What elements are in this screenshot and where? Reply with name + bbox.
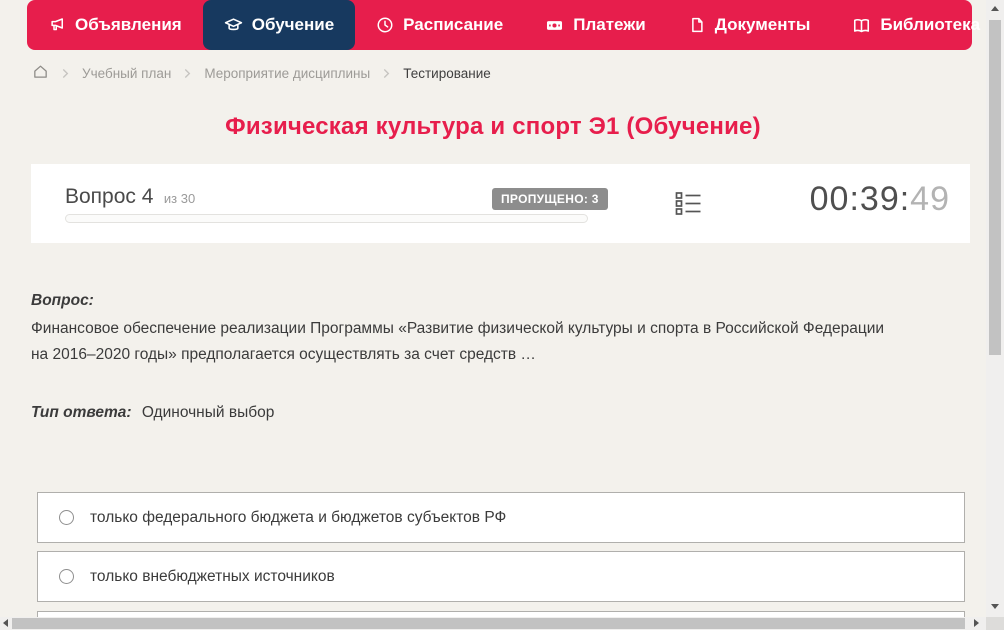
chevron-right-icon: [182, 68, 193, 79]
timer: 00:39:49: [810, 180, 950, 219]
question-text: Финансовое обеспечение реализации Програ…: [31, 320, 885, 363]
breadcrumb: Учебный план Мероприятие дисциплины Тест…: [32, 61, 491, 85]
scroll-down-arrow[interactable]: [991, 604, 999, 609]
document-icon: [688, 16, 706, 34]
timer-seconds: 49: [910, 180, 950, 218]
question-number: Вопрос 4: [65, 185, 154, 208]
question-prompt-label: Вопрос:: [31, 292, 94, 309]
question-total: из 30: [163, 191, 196, 206]
scroll-right-arrow[interactable]: [974, 619, 979, 627]
nav-tab-label: Расписание: [403, 15, 504, 34]
nav-tab-library[interactable]: Библиотека: [831, 0, 1004, 50]
answer-option-1[interactable]: только федерального бюджета и бюджетов с…: [37, 492, 965, 543]
breadcrumb-item-testing: Тестирование: [403, 65, 491, 81]
question-header-card: Вопрос 4 из 30 ПРОПУЩЕНО: 3 00:39:49: [31, 164, 970, 243]
chevron-right-icon: [60, 68, 71, 79]
cash-icon: [545, 16, 564, 35]
home-icon[interactable]: [32, 63, 49, 83]
breadcrumb-item-study-plan[interactable]: Учебный план: [82, 66, 171, 81]
nav-tab-label: Платежи: [573, 15, 646, 34]
breadcrumb-item-discipline-event[interactable]: Мероприятие дисциплины: [204, 66, 370, 81]
nav-tab-learning[interactable]: Обучение: [202, 0, 356, 50]
timer-hours-minutes: 00:39:: [809, 180, 911, 218]
nav-tab-schedule[interactable]: Расписание: [355, 0, 524, 50]
nav-tab-documents[interactable]: Документы: [667, 0, 832, 50]
skipped-badge: ПРОПУЩЕНО: 3: [492, 188, 608, 210]
scroll-left-arrow[interactable]: [3, 619, 8, 627]
progress-bar: [65, 214, 588, 223]
answer-type-label: Тип ответа:: [31, 404, 132, 421]
clock-icon: [376, 16, 394, 34]
answer-option-2[interactable]: только внебюджетных источников: [37, 551, 965, 602]
nav-tab-announcements[interactable]: Объявления: [27, 0, 203, 50]
main-navbar: Объявления Обучение Расписание Платежи Д…: [27, 0, 1001, 50]
nav-tab-label: Документы: [714, 15, 811, 34]
lms-test-page: Объявления Обучение Расписание Платежи Д…: [0, 0, 1004, 630]
nav-tab-label: Обучение: [251, 15, 335, 34]
radio-button[interactable]: [59, 510, 74, 525]
vertical-scrollbar[interactable]: [986, 0, 1004, 617]
scrollbar-corner: [986, 617, 1004, 630]
nav-tab-label: Объявления: [75, 15, 182, 34]
megaphone-icon: [48, 16, 66, 34]
open-book-icon: [852, 16, 871, 35]
chevron-right-icon: [381, 68, 392, 79]
horizontal-scroll-thumb[interactable]: [12, 618, 965, 629]
question-counter: Вопрос 4 из 30: [65, 185, 195, 209]
radio-button[interactable]: [59, 569, 74, 584]
nav-tab-payments[interactable]: Платежи: [524, 0, 667, 50]
vertical-scroll-thumb[interactable]: [989, 20, 1001, 355]
graduation-cap-icon: [224, 16, 243, 35]
answer-option-label: только федерального бюджета и бюджетов с…: [90, 508, 507, 526]
question-list-icon[interactable]: [675, 190, 702, 222]
answer-type-value: Одиночный выбор: [141, 404, 275, 421]
answer-option-label: только внебюджетных источников: [90, 567, 335, 585]
horizontal-scrollbar[interactable]: [0, 617, 986, 630]
answer-type-row: Тип ответа: Одиночный выбор: [31, 404, 274, 422]
scroll-up-arrow[interactable]: [991, 6, 999, 11]
page-title: Физическая культура и спорт Э1 (Обучение…: [225, 113, 761, 140]
nav-tab-label: Библиотека: [880, 15, 981, 34]
